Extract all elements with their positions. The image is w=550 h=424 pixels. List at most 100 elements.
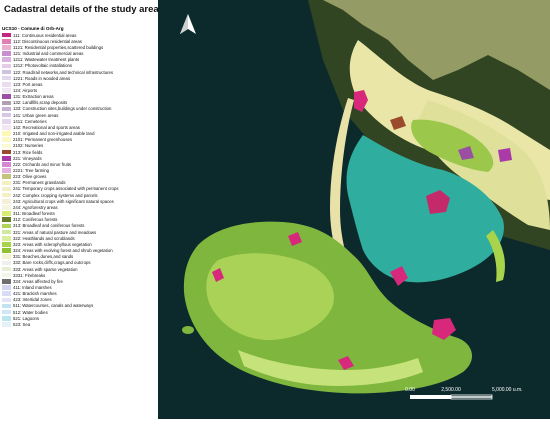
legend-items: 111: Continuous residential areas 112: Di… <box>2 32 158 328</box>
legend-swatch <box>2 180 11 186</box>
legend-swatch <box>2 248 11 253</box>
legend-swatch <box>2 235 11 241</box>
legend-label: 223: Olive groves <box>13 174 47 180</box>
legend-label: 334: Areas affected by fire <box>13 278 63 284</box>
legend-label: 3331: Firebreaks <box>13 272 46 278</box>
figure-title: Cadastral details of the study area. <box>4 4 162 15</box>
legend-label: 321: Areas of natural pasture and meadow… <box>13 229 97 235</box>
legend-swatch <box>2 88 11 93</box>
legend-label: 141: Urban green areas <box>13 112 59 118</box>
legend-label: 323: Areas with sclerophyllous vegetatio… <box>13 241 92 247</box>
legend-label: 1411: Cemeteries <box>13 118 47 124</box>
legend-label: 1221: Roads in wooded areas <box>13 75 71 81</box>
legend-swatch <box>2 137 11 143</box>
legend-label: 2221: Tree farming <box>13 168 50 174</box>
legend-swatch <box>2 162 11 167</box>
legend-swatch <box>2 32 11 38</box>
legend-label: 322: Heathlands and scrublands <box>13 235 75 241</box>
legend-swatch <box>2 131 11 136</box>
scale-label-mid: 2,500.00 <box>441 387 461 393</box>
legend-label: 133: Construction sites,buildings under … <box>13 106 112 112</box>
legend-swatch <box>2 51 11 56</box>
legend-swatch <box>2 309 11 315</box>
legend-swatch <box>2 149 11 155</box>
legend-label: 523: Sea <box>13 321 31 327</box>
islet <box>182 326 194 334</box>
legend-swatch <box>2 217 11 223</box>
legend-swatch <box>2 174 11 179</box>
legend-swatch <box>2 38 11 44</box>
legend-swatch <box>2 125 11 130</box>
legend-label: 122: Road/rail networks,and technical in… <box>13 69 114 75</box>
legend-label: 1121: Residential properties,scattered b… <box>13 44 104 50</box>
legend-swatch <box>2 322 11 327</box>
legend-item: 523: Sea <box>2 321 158 327</box>
legend-swatch <box>2 143 11 149</box>
legend-label: 243: Agricultural crops with significant… <box>13 198 114 204</box>
legend-label: 2101: Permanent greenhouses <box>13 137 73 143</box>
legend-label: 521: Lagoons <box>13 315 40 321</box>
legend-swatch <box>2 168 11 173</box>
legend-label: 121: Industrial and commercial areas <box>13 51 84 57</box>
legend-swatch <box>2 63 11 69</box>
legend-label: 324: Areas with evolving forest and shru… <box>13 248 113 254</box>
legend-label: 1211: Wastewater treatment plants <box>13 57 80 63</box>
legend-swatch <box>2 94 11 99</box>
legend-swatch <box>2 223 11 229</box>
legend-label: 313: Broadleaf and coniferous forests <box>13 223 85 229</box>
legend-swatch <box>2 229 11 235</box>
legend-swatch <box>2 303 11 309</box>
legend-label: 111: Continuous residential areas <box>13 32 77 38</box>
legend-label: 210: Irrigated and non-irrigated arable … <box>13 131 95 137</box>
legend-label: 333: Areas with sparse vegetation <box>13 266 78 272</box>
legend-label: 213: Rice fields <box>13 149 43 155</box>
legend-swatch <box>2 211 11 216</box>
map-view[interactable]: 0.00 2,500.00 5,000.00 u.m. <box>158 0 550 419</box>
legend-label: 1212: Photovoltaic installations <box>13 63 73 69</box>
legend-swatch <box>2 192 11 198</box>
legend-swatch <box>2 75 11 81</box>
legend-label: 123: Port areas <box>13 81 43 87</box>
legend-swatch <box>2 297 11 303</box>
legend-swatch <box>2 45 11 50</box>
legend-label: 242: Complex cropping systems and parcel… <box>13 192 98 198</box>
legend-swatch <box>2 266 11 272</box>
legend-swatch <box>2 69 11 75</box>
legend-swatch <box>2 106 11 112</box>
legend-swatch <box>2 285 11 290</box>
legend-swatch <box>2 199 11 204</box>
legend-label: 124: Airports <box>13 87 38 93</box>
legend-label: 2102: Nurseries <box>13 143 44 149</box>
legend-swatch <box>2 57 11 62</box>
legend-swatch <box>2 82 11 87</box>
legend-label: 512: Water bodies <box>13 309 48 315</box>
map-legend: UCS10 - Comune di Orb-Arg 111: Continuou… <box>2 26 158 328</box>
legend-swatch <box>2 155 11 161</box>
vineyard-patch <box>498 148 512 162</box>
legend-swatch <box>2 315 11 321</box>
legend-swatch <box>2 205 11 210</box>
legend-label: 132: Landfills,scrap deposits <box>13 100 68 106</box>
legend-label: 221: Vineyards <box>13 155 42 161</box>
legend-label: 332: Bare rocks,cliffs,crags,and outcrop… <box>13 260 91 266</box>
legend-swatch <box>2 112 11 118</box>
legend-swatch <box>2 254 11 259</box>
legend-swatch <box>2 272 11 278</box>
legend-label: 331: Beaches,dunes,and sands <box>13 254 74 260</box>
legend-label: 142: Recreational and sports areas <box>13 124 80 130</box>
legend-label: 311: Broadleaf forests <box>13 211 55 217</box>
scale-label-end: 5,000.00 u.m. <box>492 387 523 393</box>
legend-label: 231: Permanent grasslands <box>13 180 66 186</box>
legend-swatch <box>2 186 11 192</box>
scale-label-start: 0.00 <box>405 387 415 393</box>
legend-label: 244: Agroforestry areas <box>13 204 58 210</box>
legend-swatch <box>2 118 11 124</box>
legend-label: 241: Temporary crops associated with per… <box>13 186 119 192</box>
legend-label: 312: Coniferous forests <box>13 217 58 223</box>
legend-label: 112: Discontinuous residential areas <box>13 38 82 44</box>
map-svg: 0.00 2,500.00 5,000.00 u.m. <box>158 0 550 419</box>
legend-label: 411: Inland marshes <box>13 284 52 290</box>
legend-label: 131: Extraction areas <box>13 94 54 100</box>
legend-swatch <box>2 260 11 266</box>
legend-label: 222: Orchards and minor fruits <box>13 161 72 167</box>
